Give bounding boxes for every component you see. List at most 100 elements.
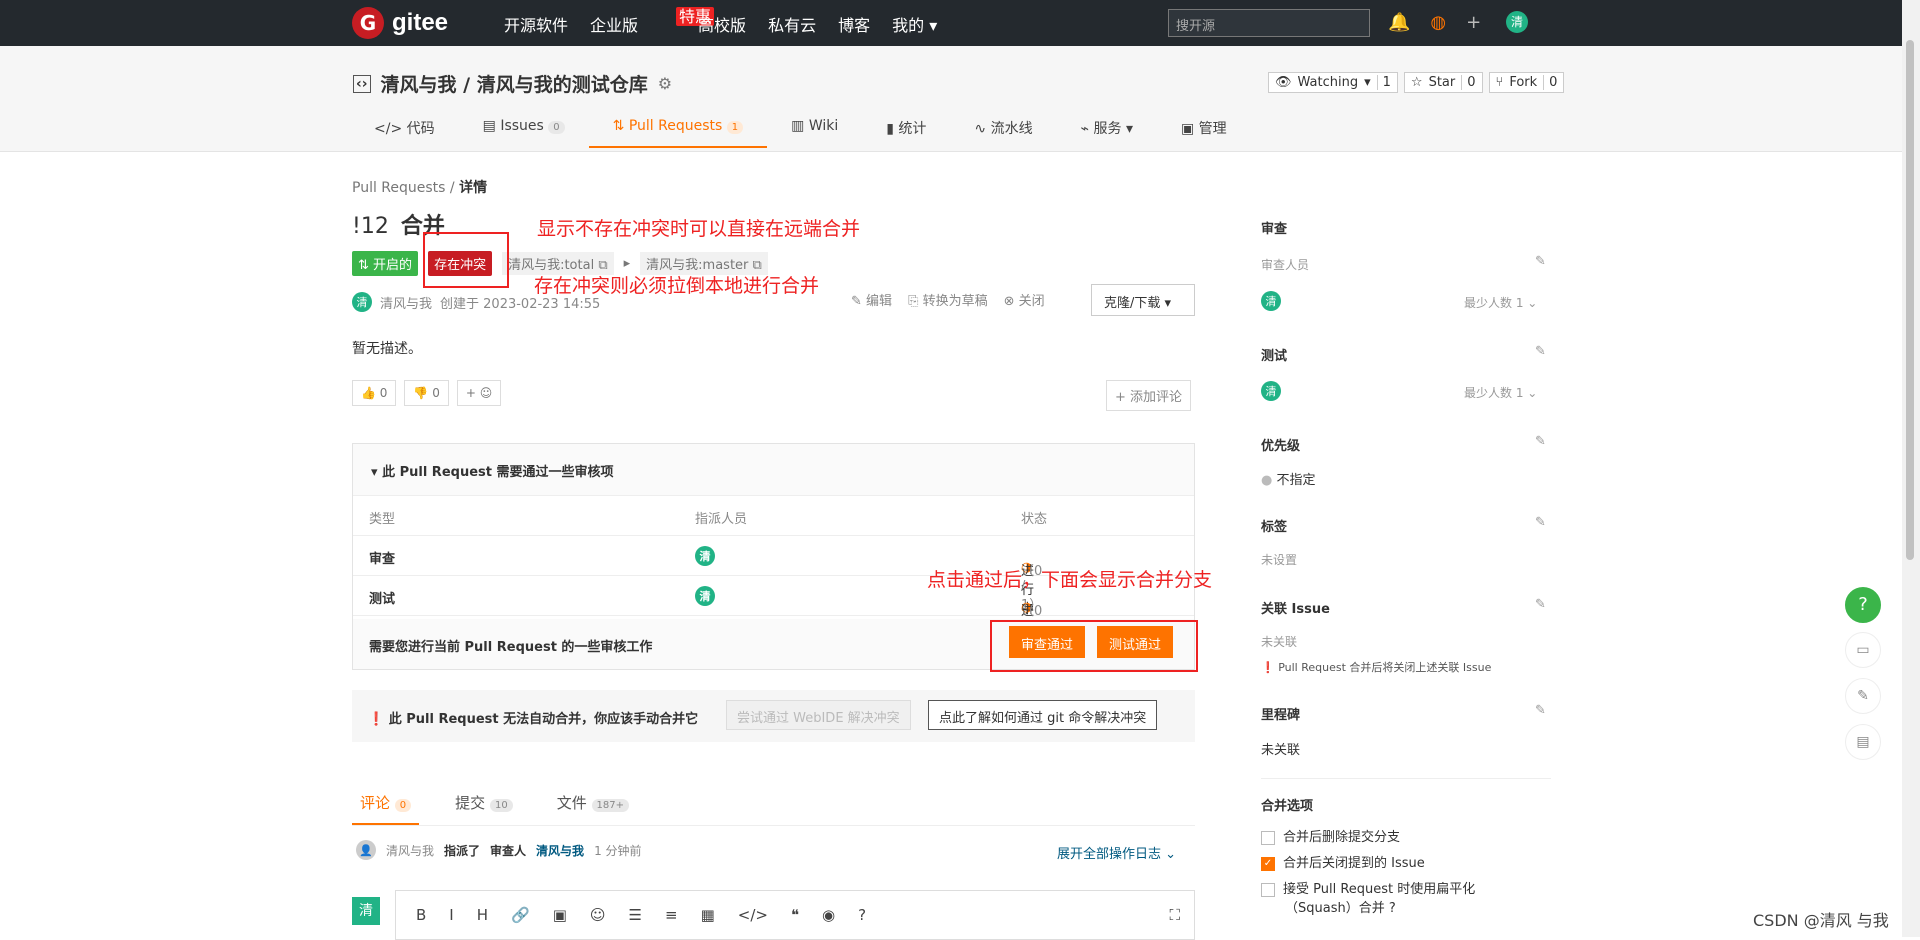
draft-button[interactable]: ⎘ 转换为草稿 bbox=[908, 290, 988, 309]
bold-icon[interactable]: B bbox=[416, 906, 426, 924]
fullscreen-icon[interactable]: ⛶ bbox=[1169, 906, 1180, 924]
avatar[interactable]: 清 bbox=[1506, 11, 1528, 33]
gitee-logo-icon: G bbox=[352, 7, 384, 39]
reviewer-min[interactable]: 最少人数 1 ⌄ bbox=[1464, 294, 1537, 311]
edit-icon[interactable]: ✎ bbox=[1535, 597, 1546, 612]
star-button[interactable]: ☆ Star 0 bbox=[1403, 72, 1483, 93]
comment-tabs: 评论 0 提交 10 文件 187+ bbox=[352, 782, 1195, 826]
edit-icon[interactable]: ✎ bbox=[1535, 254, 1546, 269]
edit-icon[interactable]: ✎ bbox=[1535, 515, 1546, 530]
tab-commits[interactable]: 提交 10 bbox=[447, 782, 521, 825]
nav-item-private-cloud[interactable]: 私有云 bbox=[768, 12, 816, 36]
edit-float-icon[interactable]: ✎ bbox=[1845, 678, 1881, 714]
git-help-button[interactable]: 点此了解如何通过 git 命令解决冲突 bbox=[928, 700, 1158, 730]
nav-item-enterprise[interactable]: 企业版 特惠 bbox=[590, 7, 715, 36]
add-comment-button[interactable]: + 添加评论 bbox=[1106, 380, 1192, 411]
top-icons: 🔔 ◍ + bbox=[1388, 12, 1481, 33]
feedback-icon[interactable]: ▭ bbox=[1845, 632, 1881, 668]
watermark: CSDN @清风 与我 bbox=[1753, 911, 1889, 930]
tab-code[interactable]: </> 代码 bbox=[350, 108, 459, 148]
emoji-icon[interactable]: ☺ bbox=[590, 906, 606, 924]
option-delete-branch[interactable]: 合并后删除提交分支 bbox=[1261, 826, 1400, 845]
annotation-text: 存在冲突则必须拉倒本地进行合并 bbox=[534, 275, 820, 297]
tab-wiki[interactable]: ▥ Wiki bbox=[767, 108, 862, 148]
code-icon[interactable]: </> bbox=[738, 906, 768, 924]
nav-item-opensource[interactable]: 开源软件 bbox=[504, 12, 568, 36]
arrow-right-icon: ▸ bbox=[623, 256, 631, 271]
repo-header: ‹› 清风与我 / 清风与我的测试仓库 ⚙ 👁 Watching ▾ 1 ☆ Star 0 ⑂… bbox=[0, 46, 1902, 152]
lightbulb-icon[interactable]: ◍ bbox=[1430, 12, 1446, 33]
clone-button[interactable]: 克隆/下载 ▾ bbox=[1091, 284, 1195, 316]
checkbox[interactable] bbox=[1261, 882, 1275, 897]
star-icon: ☆ bbox=[1410, 75, 1423, 90]
avatar: 清 bbox=[1261, 381, 1281, 401]
expand-log-link[interactable]: 展开全部操作日志 ⌄ bbox=[1057, 843, 1176, 862]
tab-service[interactable]: ⌁ 服务 ▾ bbox=[1057, 108, 1157, 148]
close-button[interactable]: ⊗ 关闭 bbox=[1004, 290, 1045, 309]
checkbox-checked[interactable]: ✓ bbox=[1261, 856, 1275, 871]
search-input[interactable]: 搜开源 bbox=[1168, 9, 1370, 37]
scrollbar-thumb[interactable] bbox=[1906, 40, 1914, 560]
badge-icon: ⚙ bbox=[657, 74, 673, 93]
edit-button[interactable]: ✎ 编辑 bbox=[851, 290, 892, 309]
sidebar-issue: 关联 Issue bbox=[1261, 602, 1330, 617]
option-close-issue[interactable]: ✓ 合并后关闭提到的 Issue bbox=[1261, 852, 1425, 871]
nav-item-edu[interactable]: 高校版 bbox=[698, 12, 746, 36]
plus-icon[interactable]: + bbox=[1466, 12, 1481, 33]
heading-icon[interactable]: H bbox=[477, 906, 488, 924]
review-header[interactable]: ▾ 此 Pull Request 需要通过一些审核项 bbox=[353, 444, 1194, 496]
tab-issues[interactable]: ▤ Issues 0 bbox=[459, 108, 589, 148]
tab-comments[interactable]: 评论 0 bbox=[352, 782, 420, 825]
avatar: 清 bbox=[352, 292, 372, 312]
thumbs-down-icon: 👎 bbox=[413, 386, 429, 400]
service-icon: ⌁ bbox=[1080, 121, 1090, 137]
chart-icon: ▮ bbox=[886, 121, 894, 137]
quote-icon[interactable]: ❝ bbox=[791, 906, 799, 924]
issues-icon: ▤ bbox=[482, 118, 496, 134]
chat-icon[interactable]: ▤ bbox=[1845, 724, 1881, 760]
sidebar-review: 审查 bbox=[1261, 222, 1288, 237]
help-icon[interactable]: ? bbox=[858, 906, 866, 924]
fork-icon: ⑂ bbox=[1495, 75, 1504, 90]
option-squash[interactable]: 接受 Pull Request 时使用扁平化 （Squash）合并 ? bbox=[1261, 878, 1475, 916]
tab-pipeline[interactable]: ∿ 流水线 bbox=[950, 108, 1056, 148]
bell-icon[interactable]: 🔔 bbox=[1388, 12, 1410, 33]
tab-pull-requests[interactable]: ⇅ Pull Requests 1 bbox=[588, 108, 768, 148]
user-icon: 👤 bbox=[356, 840, 376, 860]
nav-item-blog[interactable]: 博客 bbox=[838, 12, 870, 36]
status-badge: ⇅ 开启的 bbox=[352, 251, 419, 276]
edit-icon[interactable]: ✎ bbox=[1535, 703, 1546, 718]
edit-icon[interactable]: ✎ bbox=[1535, 434, 1546, 449]
tab-files[interactable]: 文件 187+ bbox=[549, 782, 637, 825]
info-icon: ❗ bbox=[368, 712, 385, 727]
thumbs-up-button[interactable]: 👍 0 bbox=[352, 380, 397, 406]
add-reaction-button[interactable]: + ☺ bbox=[456, 380, 502, 406]
nav-item-mine[interactable]: 我的 ▾ bbox=[892, 12, 937, 36]
annotation-box bbox=[990, 620, 1198, 672]
italic-icon[interactable]: I bbox=[449, 906, 453, 924]
issue-value: 未关联 bbox=[1261, 635, 1298, 649]
close-icon: ⊗ bbox=[1003, 294, 1015, 309]
tab-stats[interactable]: ▮ 统计 bbox=[862, 108, 950, 148]
fork-button[interactable]: ⑂ Fork 0 bbox=[1488, 72, 1565, 93]
table-icon[interactable]: ▦ bbox=[701, 906, 715, 924]
watch-button[interactable]: 👁 Watching ▾ 1 bbox=[1268, 72, 1398, 93]
main-nav: 开源软件 企业版 特惠 高校版 私有云 博客 我的 ▾ bbox=[504, 7, 937, 36]
image-icon[interactable]: ▣ bbox=[553, 906, 567, 924]
gitee-logo[interactable]: Ggitee bbox=[352, 7, 448, 39]
tab-manage[interactable]: ▣ 管理 bbox=[1157, 108, 1251, 148]
milestone-value: 未关联 bbox=[1261, 743, 1301, 758]
webide-button[interactable]: 尝试通过 WebIDE 解决冲突 bbox=[726, 700, 911, 730]
checkbox[interactable] bbox=[1261, 830, 1275, 845]
link-icon[interactable]: 🔗 bbox=[511, 906, 530, 924]
help-float-button[interactable]: ? bbox=[1845, 587, 1881, 623]
help-icon[interactable]: ? bbox=[1389, 901, 1396, 916]
preview-icon[interactable]: ◉ bbox=[822, 906, 835, 924]
thumbs-down-button[interactable]: 👎 0 bbox=[404, 380, 449, 406]
activity-log: 👤 清风与我 指派了 审查人 清风与我 1 分钟前 bbox=[356, 840, 642, 860]
annotation-text: 点击通过后，下面会显示合并分支 bbox=[927, 569, 1213, 591]
number-list-icon[interactable]: ≡ bbox=[665, 906, 678, 924]
edit-icon[interactable]: ✎ bbox=[1535, 344, 1546, 359]
test-min[interactable]: 最少人数 1 ⌄ bbox=[1464, 384, 1537, 401]
bullet-list-icon[interactable]: ☰ bbox=[629, 906, 642, 924]
